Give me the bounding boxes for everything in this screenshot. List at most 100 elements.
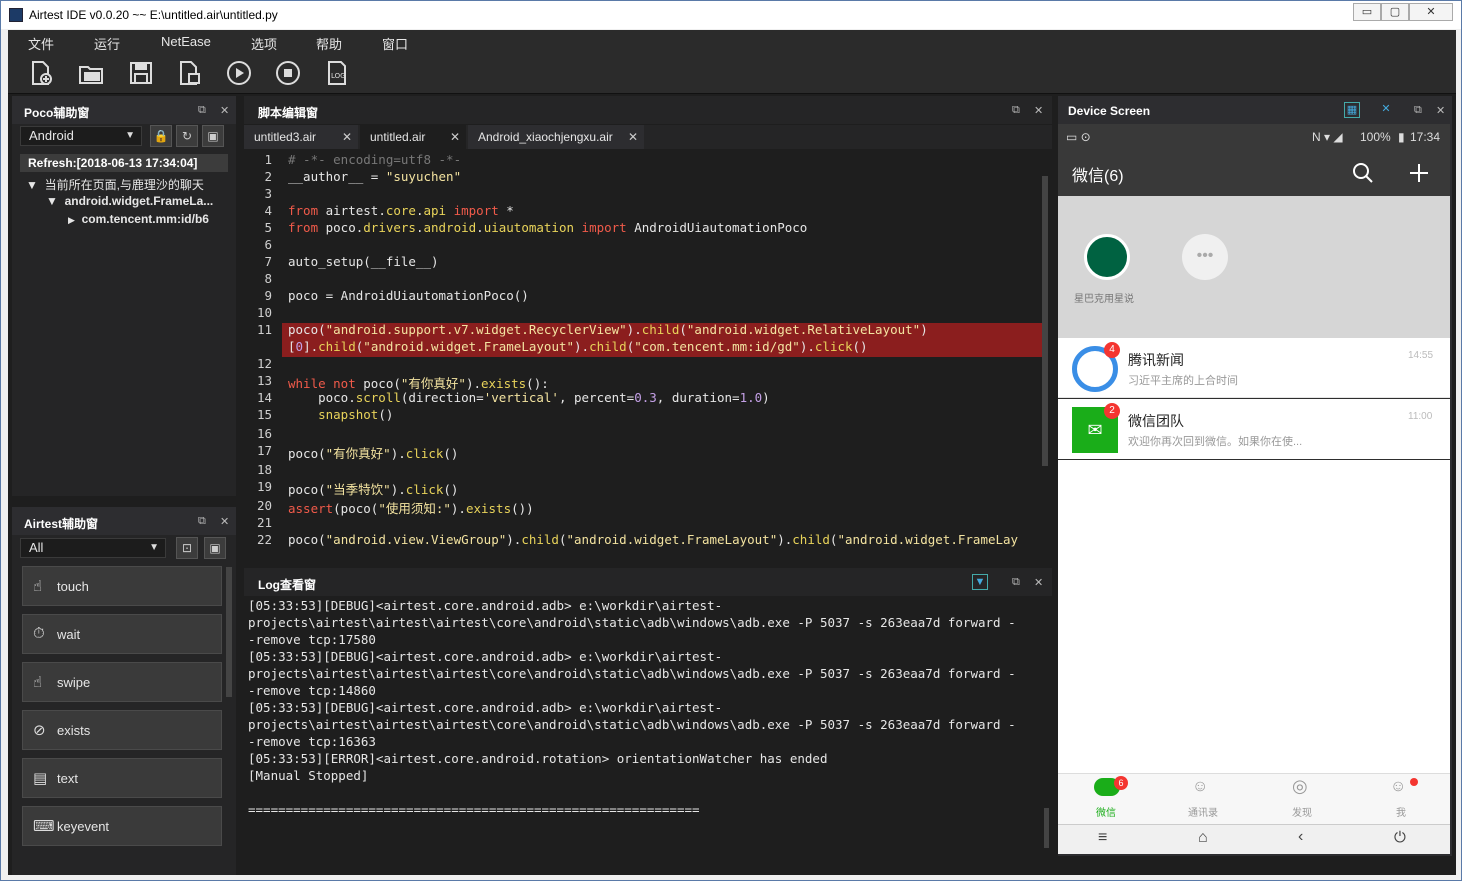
airtest-filter-value: All bbox=[29, 540, 44, 555]
log-line: projects\airtest\airtest\airtest\core\an… bbox=[248, 717, 1016, 732]
swipe-button[interactable]: ☝ swipe bbox=[22, 662, 222, 702]
home-icon[interactable]: ⌂ bbox=[1198, 829, 1208, 847]
tree-expand-icon: ▼ bbox=[26, 178, 38, 192]
exists-button[interactable]: ⊘ exists bbox=[22, 710, 222, 750]
run-icon[interactable] bbox=[226, 60, 252, 86]
tree-node-b6[interactable]: ▶ com.tencent.mm:id/b6 bbox=[68, 212, 209, 226]
stop-icon[interactable] bbox=[275, 60, 301, 86]
scrollbar[interactable] bbox=[1044, 808, 1049, 848]
title-bar: Airtest IDE v0.0.20 ~~ E:\untitled.air\u… bbox=[1, 1, 1461, 29]
search-icon[interactable] bbox=[1352, 162, 1374, 184]
menu-options[interactable]: 选项 bbox=[251, 34, 277, 53]
plus-icon[interactable] bbox=[1408, 162, 1430, 184]
open-folder-icon[interactable] bbox=[78, 60, 104, 86]
more-icon[interactable]: ••• bbox=[1182, 234, 1228, 280]
close-icon[interactable]: ✕ bbox=[1034, 104, 1043, 117]
tree-node-root[interactable]: ▼ 当前所在页面,与鹿理沙的聊天 bbox=[26, 176, 204, 193]
touch-button[interactable]: ☝ touch bbox=[22, 566, 222, 606]
refresh-icon[interactable]: ↻ bbox=[176, 125, 198, 147]
menu-file[interactable]: 文件 bbox=[28, 34, 54, 53]
log-icon[interactable]: LOG bbox=[324, 60, 350, 86]
text-button[interactable]: ▤ text bbox=[22, 758, 222, 798]
tree-collapse-icon: ▶ bbox=[68, 215, 75, 225]
close-tab-icon[interactable]: ✕ bbox=[628, 130, 638, 144]
poco-panel-header: Poco辅助窗 ⧉ ✕ bbox=[12, 96, 236, 124]
grid-icon[interactable]: ▦ bbox=[1344, 102, 1360, 118]
new-script-icon[interactable] bbox=[176, 60, 202, 86]
tab-untitled[interactable]: untitled.air ✕ bbox=[360, 125, 466, 149]
close-icon[interactable]: ✕ bbox=[220, 104, 229, 117]
nav-discover-label[interactable]: 发现 bbox=[1292, 804, 1312, 819]
chat-item[interactable]: 4 腾讯新闻 习近平主席的上合时间 14:55 bbox=[1058, 338, 1450, 398]
clock-time: 17:34 bbox=[1410, 130, 1441, 144]
chat-item[interactable]: ✉ 2 微信团队 欢迎你再次回到微信。如果你在使... 11:00 bbox=[1058, 399, 1450, 459]
back-icon[interactable]: ‹ bbox=[1298, 828, 1303, 846]
line-number: 21 bbox=[256, 515, 272, 530]
minimize-button[interactable]: ▭ bbox=[1353, 3, 1381, 21]
android-nav-bar: ≡ ⌂ ‹ ⏻ bbox=[1058, 824, 1450, 854]
menu-window[interactable]: 窗口 bbox=[382, 34, 408, 53]
line-number: 8 bbox=[264, 271, 272, 286]
scrollbar[interactable] bbox=[1042, 176, 1048, 466]
me-icon[interactable]: ☺ bbox=[1390, 778, 1406, 796]
close-icon[interactable]: ✕ bbox=[220, 515, 229, 528]
line-number: 6 bbox=[264, 237, 272, 252]
starbucks-logo-icon[interactable] bbox=[1084, 234, 1130, 280]
menu-icon[interactable]: ≡ bbox=[1098, 829, 1107, 847]
float-icon[interactable]: ⧉ bbox=[198, 515, 206, 528]
float-icon[interactable]: ⧉ bbox=[1012, 576, 1020, 589]
keyevent-button[interactable]: ⌨ keyevent bbox=[22, 806, 222, 846]
float-icon[interactable]: ⧉ bbox=[1414, 104, 1422, 117]
menu-help[interactable]: 帮助 bbox=[316, 34, 342, 53]
close-tab-icon[interactable]: ✕ bbox=[342, 130, 352, 144]
line-number: 20 bbox=[256, 498, 272, 513]
power-icon[interactable]: ⏻ bbox=[1394, 829, 1406, 846]
record-icon[interactable]: ▣ bbox=[202, 125, 224, 147]
tab-untitled3[interactable]: untitled3.air ✕ bbox=[244, 125, 358, 149]
save-icon[interactable] bbox=[128, 60, 154, 86]
lock-icon[interactable]: 🔒 bbox=[150, 125, 172, 147]
nav-me-label[interactable]: 我 bbox=[1396, 804, 1406, 819]
code-area[interactable]: 1 2 3 4 5 6 7 8 9 10 11 12 13 14 15 16 17 18 19 20 21 22 # -*… bbox=[244, 152, 1042, 552]
tab-android-xiaochengxu[interactable]: Android_xiaochjengxu.air ✕ bbox=[468, 125, 644, 149]
chat-preview: 欢迎你再次回到微信。如果你在使... bbox=[1128, 436, 1303, 448]
log-line: -remove tcp:17580 bbox=[248, 632, 376, 647]
device-title: Device Screen bbox=[1068, 104, 1151, 118]
close-icon[interactable]: ✕ bbox=[1436, 104, 1445, 117]
keyboard-icon: ⌨ bbox=[33, 818, 55, 835]
scrollbar[interactable] bbox=[226, 567, 232, 697]
close-window-button[interactable]: ✕ bbox=[1409, 3, 1453, 21]
log-line: projects\airtest\airtest\airtest\core\an… bbox=[248, 615, 1016, 630]
discover-icon[interactable]: ◎ bbox=[1292, 776, 1308, 797]
airtest-filter-select[interactable]: All ▼ bbox=[20, 538, 166, 558]
touch-icon: ☝ bbox=[33, 578, 43, 595]
poco-mode-select[interactable]: Android ▼ bbox=[20, 126, 142, 146]
screenshot-icon[interactable]: ⊡ bbox=[176, 537, 198, 559]
log-output[interactable]: [05:33:53][DEBUG]<airtest.core.android.a… bbox=[244, 598, 1042, 848]
line-number: 22 bbox=[256, 532, 272, 547]
menu-netease[interactable]: NetEase bbox=[161, 34, 211, 49]
tools-icon[interactable]: ✕ bbox=[1378, 102, 1394, 118]
tree-node-framelayout[interactable]: ▼ android.widget.FrameLa... bbox=[46, 194, 213, 208]
line-number: 15 bbox=[256, 407, 272, 422]
battery-icon: ▮ bbox=[1398, 130, 1405, 144]
menu-run[interactable]: 运行 bbox=[94, 34, 120, 53]
tree-expand-icon: ▼ bbox=[46, 194, 58, 208]
phone-screen[interactable]: ▭ ⊙ N ▾ ◢ 100% ▮ 17:34 微信(6) 星巴克用星说 ••• bbox=[1058, 124, 1450, 854]
nav-chats-label[interactable]: 微信 bbox=[1096, 804, 1116, 819]
record-icon[interactable]: ▣ bbox=[204, 537, 226, 559]
filter-icon[interactable]: ▼ bbox=[972, 574, 988, 590]
close-icon[interactable]: ✕ bbox=[1034, 576, 1043, 589]
log-header: Log查看窗 ▼ ⧉ ✕ bbox=[244, 568, 1052, 596]
float-icon[interactable]: ⧉ bbox=[198, 104, 206, 117]
poco-mode-value: Android bbox=[29, 128, 74, 143]
contacts-icon[interactable]: ☺ bbox=[1192, 778, 1208, 796]
float-icon[interactable]: ⧉ bbox=[1012, 104, 1020, 117]
maximize-button[interactable]: ▢ bbox=[1381, 3, 1409, 21]
main-window: Airtest IDE v0.0.20 ~~ E:\untitled.air\u… bbox=[0, 0, 1462, 881]
nav-contacts-label[interactable]: 通讯录 bbox=[1188, 804, 1218, 819]
close-tab-icon[interactable]: ✕ bbox=[450, 130, 460, 144]
new-file-icon[interactable] bbox=[28, 60, 54, 86]
wait-button[interactable]: ⏱ wait bbox=[22, 614, 222, 654]
swipe-icon: ☝ bbox=[33, 674, 43, 691]
